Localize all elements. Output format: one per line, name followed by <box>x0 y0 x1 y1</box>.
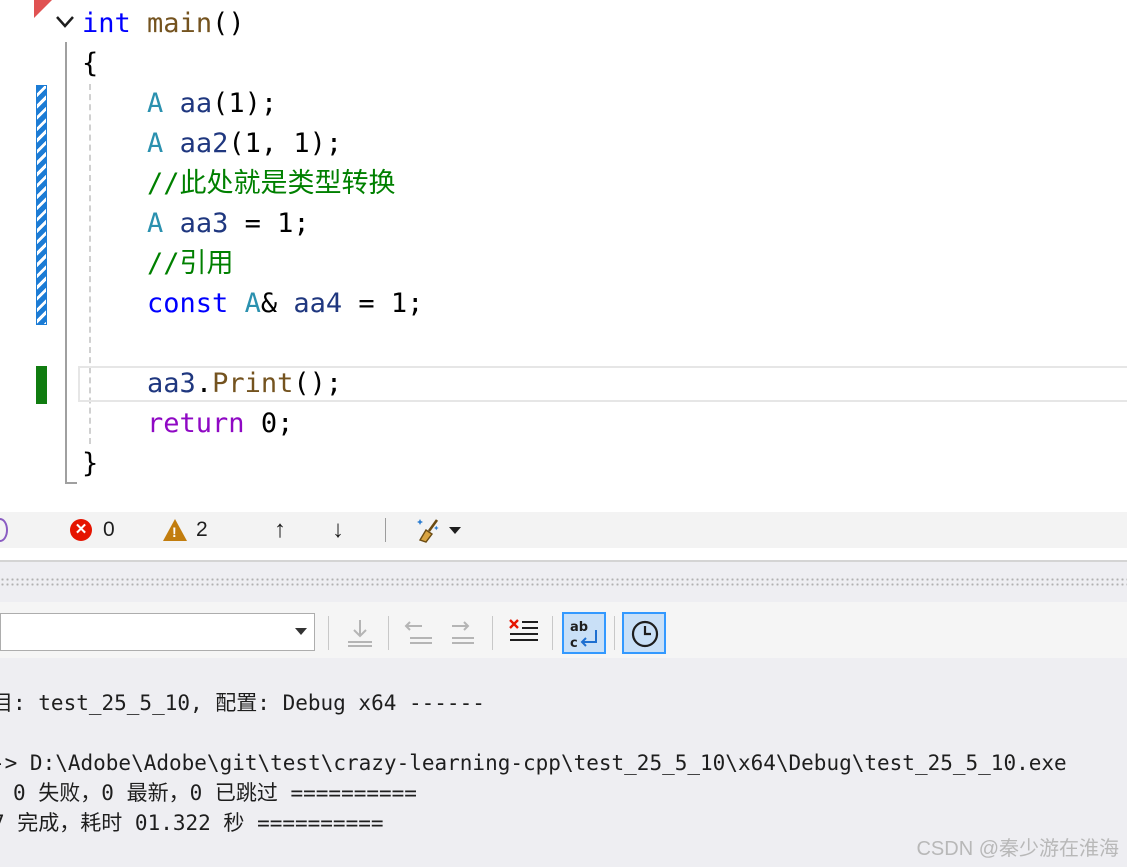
error-icon[interactable]: ✕ <box>70 519 92 541</box>
code-token: const <box>147 288 229 319</box>
code-token: A <box>147 208 164 239</box>
code-token: main <box>147 8 213 39</box>
editor-status-strip: ✕ 0 ! 2 ↑ ↓ <box>0 512 1127 548</box>
fold-line <box>65 42 67 482</box>
code-line[interactable]: aa3.Print(); <box>82 364 342 404</box>
next-message-button[interactable] <box>442 612 482 652</box>
clear-all-icon <box>509 619 538 641</box>
output-toolbar: ab c <box>0 602 1127 658</box>
code-token: A <box>244 288 261 319</box>
code-token: A <box>147 88 164 119</box>
code-line[interactable]: A aa3 = 1; <box>82 204 310 244</box>
code-token: return <box>147 408 245 439</box>
code-token: { <box>82 48 99 79</box>
code-line[interactable]: A aa(1); <box>82 84 277 124</box>
panel-gap <box>0 548 1127 560</box>
code-token: aa4 <box>293 288 343 319</box>
watermark: CSDN @秦少游在淮海 <box>916 838 1119 860</box>
code-line[interactable]: //此处就是类型转换 <box>82 164 396 204</box>
separator <box>388 616 389 650</box>
code-token: aa3 <box>179 208 229 239</box>
code-token: (1, 1); <box>228 128 343 159</box>
previous-issue-button[interactable]: ↑ <box>274 512 286 548</box>
code-cleanup-brush-icon[interactable] <box>414 516 442 544</box>
code-line[interactable]: //引用 <box>82 244 234 284</box>
svg-text:c: c <box>570 636 578 651</box>
code-token: int <box>82 8 131 39</box>
code-line[interactable]: int main() <box>82 4 245 44</box>
show-timestamps-button[interactable] <box>622 612 666 654</box>
code-token: aa3 <box>147 368 196 399</box>
lightbulb-icon[interactable] <box>0 518 8 542</box>
code-token: } <box>82 448 99 479</box>
code-line[interactable]: } <box>82 444 98 484</box>
output-line: ，0 失败，0 最新，0 已跳过 ========== <box>0 781 417 805</box>
word-wrap-icon: ab c <box>570 620 597 651</box>
code-token: () <box>212 8 245 39</box>
code-token: & <box>260 288 294 319</box>
clock-icon <box>631 620 659 648</box>
code-token: 0; <box>244 408 294 439</box>
output-source-select[interactable] <box>0 613 315 651</box>
previous-message-button[interactable] <box>400 612 440 652</box>
go-to-code-icon <box>348 620 372 647</box>
code-editor[interactable]: int main() { A aa(1); A aa2(1, 1); //此处就是… <box>0 0 1127 512</box>
code-line[interactable]: const A& aa4 = 1; <box>82 284 423 324</box>
code-token: Print <box>212 368 294 399</box>
chevron-down-icon[interactable] <box>295 628 307 635</box>
chevron-down-icon[interactable] <box>54 12 76 32</box>
code-token: //引用 <box>147 248 234 279</box>
output-line: 7 完成，耗时 01.322 秒 ========== <box>0 811 384 835</box>
code-token: //此处就是类型转换 <box>147 168 396 199</box>
separator <box>328 616 329 650</box>
separator <box>385 518 386 542</box>
output-line: 目: test_25_5_10, 配置: Debug x64 ------ <box>0 691 485 715</box>
error-count[interactable]: 0 <box>103 512 115 548</box>
warning-count[interactable]: 2 <box>196 512 208 548</box>
warning-mark: ! <box>172 524 177 540</box>
code-line[interactable]: { <box>82 44 98 84</box>
code-token: A <box>147 128 164 159</box>
output-pane[interactable]: 目: test_25_5_10, 配置: Debug x64 ------ ->… <box>0 658 1127 867</box>
find-message-in-code-button[interactable] <box>340 612 380 652</box>
fold-line-end <box>65 482 77 484</box>
unsaved-change-bar <box>36 366 47 404</box>
chevron-down-icon[interactable] <box>449 527 461 534</box>
next-message-icon <box>452 621 474 644</box>
saved-change-bar <box>36 85 47 325</box>
separator <box>492 616 493 650</box>
output-line: -> D:\Adobe\Adobe\git\test\crazy-learnin… <box>0 751 1067 775</box>
breakpoint-marker-icon[interactable] <box>34 0 52 18</box>
separator <box>614 616 615 650</box>
code-token: aa <box>179 88 213 119</box>
code-line[interactable]: return 0; <box>82 404 293 444</box>
previous-message-icon <box>404 621 432 644</box>
panel-drag-grip[interactable] <box>0 577 1127 587</box>
separator <box>552 616 553 650</box>
code-token: = 1; <box>342 288 424 319</box>
svg-text:ab: ab <box>570 620 588 635</box>
code-token: (1); <box>212 88 278 119</box>
code-token: = 1; <box>228 208 310 239</box>
code-token: aa2 <box>179 128 229 159</box>
code-line[interactable]: A aa2(1, 1); <box>82 124 342 164</box>
next-issue-button[interactable]: ↓ <box>332 512 344 548</box>
toggle-word-wrap-button[interactable]: ab c <box>562 612 606 654</box>
code-token: . <box>195 368 213 399</box>
clear-all-button[interactable] <box>504 612 544 652</box>
code-token: (); <box>293 368 343 399</box>
